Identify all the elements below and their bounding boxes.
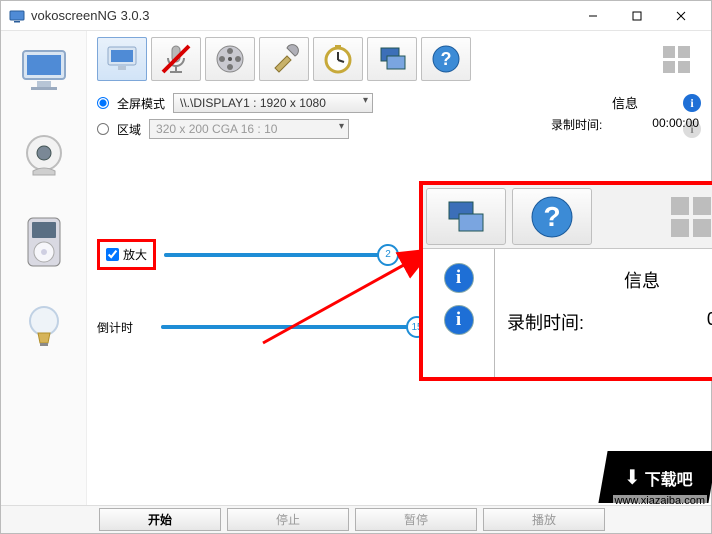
window-title: vokoscreenNG 3.0.3: [31, 8, 571, 23]
help-icon: ?: [429, 42, 463, 76]
rec-time-value: 00:00:00: [652, 116, 699, 133]
countdown-label: 倒计时: [97, 319, 153, 336]
zoom-info-header: 信息: [507, 267, 712, 293]
toolbar-mic-button[interactable]: [151, 37, 201, 81]
sidebar-item-monitor[interactable]: [17, 43, 71, 97]
zoom-info-icons: i i: [423, 249, 495, 377]
toolbar-screen-button[interactable]: [97, 37, 147, 81]
webcam-icon: [19, 131, 69, 181]
download-arrow-icon: ⬇: [624, 465, 641, 490]
info-icon[interactable]: i: [444, 305, 474, 335]
zoom-tool-layout[interactable]: [595, 185, 712, 248]
info-panel: 信息 录制时间: 00:00:00: [551, 93, 699, 133]
fullscreen-radio[interactable]: [97, 97, 109, 109]
svg-text:?: ?: [543, 201, 560, 232]
titlebar: vokoscreenNG 3.0.3: [1, 1, 711, 31]
sidebar-item-bulb[interactable]: [17, 301, 71, 355]
window-stack-icon: [443, 194, 489, 240]
magnify-label: 放大: [123, 246, 147, 263]
mic-muted-icon: [159, 42, 193, 76]
toolbar-layout-button[interactable]: [651, 37, 701, 81]
zoom-toolbar: ?: [423, 185, 712, 249]
start-button[interactable]: 开始: [99, 508, 221, 531]
layout-grid-icon: [671, 197, 711, 237]
area-combo: 320 x 200 CGA 16 : 10: [149, 119, 349, 139]
zoom-overlay: ? i i 信息 录制时间: 00:00:: [419, 181, 712, 381]
clock-icon: [321, 42, 355, 76]
svg-text:?: ?: [441, 49, 452, 69]
layout-grid-icon: [663, 46, 690, 73]
main-content: ? 全屏模式 \\.\DISPLAY1 : 1920 x 1080 i: [87, 31, 711, 505]
app-icon: [9, 8, 25, 24]
magnify-checkbox[interactable]: [106, 248, 119, 261]
display-combo[interactable]: \\.\DISPLAY1 : 1920 x 1080: [173, 93, 373, 113]
film-reel-icon: [213, 42, 247, 76]
sidebar-item-player[interactable]: [17, 215, 71, 269]
window-stack-icon: [375, 42, 409, 76]
tools-icon: [267, 42, 301, 76]
close-button[interactable]: [659, 2, 703, 30]
toolbar-tools-button[interactable]: [259, 37, 309, 81]
watermark-text: 下载吧: [644, 465, 692, 489]
stop-button: 停止: [227, 508, 349, 531]
zoom-tool-help[interactable]: ?: [512, 188, 592, 245]
play-button: 播放: [483, 508, 605, 531]
area-combo-value: 320 x 200 CGA 16 : 10: [156, 122, 277, 136]
magnify-checkbox-group: 放大: [97, 239, 156, 270]
info-icon[interactable]: i: [444, 263, 474, 293]
toolbar-timer-button[interactable]: [313, 37, 363, 81]
toolbar-windows-button[interactable]: [367, 37, 417, 81]
toolbar-help-button[interactable]: ?: [421, 37, 471, 81]
display-combo-value: \\.\DISPLAY1 : 1920 x 1080: [180, 96, 326, 110]
zoom-tool-windows[interactable]: [426, 188, 506, 245]
rec-time-label: 录制时间:: [551, 116, 602, 133]
area-label: 区域: [117, 121, 141, 138]
bulb-icon: [22, 301, 66, 355]
sidebar: [1, 31, 87, 505]
toolbar-codec-button[interactable]: [205, 37, 255, 81]
monitor-icon: [17, 45, 71, 95]
pause-button: 暂停: [355, 508, 477, 531]
area-radio[interactable]: [97, 123, 109, 135]
zoom-info-panel: 信息 录制时间: 00:00:00: [495, 249, 712, 377]
main-toolbar: ?: [97, 37, 701, 81]
fullscreen-label: 全屏模式: [117, 95, 165, 112]
help-icon: ?: [528, 193, 576, 241]
player-icon: [22, 216, 66, 268]
minimize-button[interactable]: [571, 2, 615, 30]
zoom-rec-label: 录制时间:: [507, 309, 584, 335]
zoom-rec-value: 00:00:00: [707, 309, 712, 335]
magnify-slider-thumb[interactable]: 2: [377, 244, 399, 266]
maximize-button[interactable]: [615, 2, 659, 30]
sidebar-item-webcam[interactable]: [17, 129, 71, 183]
screen-icon: [105, 44, 139, 74]
magnify-slider-value: 2: [385, 249, 391, 260]
info-header: 信息: [551, 93, 699, 112]
footer-bar: 开始 停止 暂停 播放: [1, 505, 711, 533]
